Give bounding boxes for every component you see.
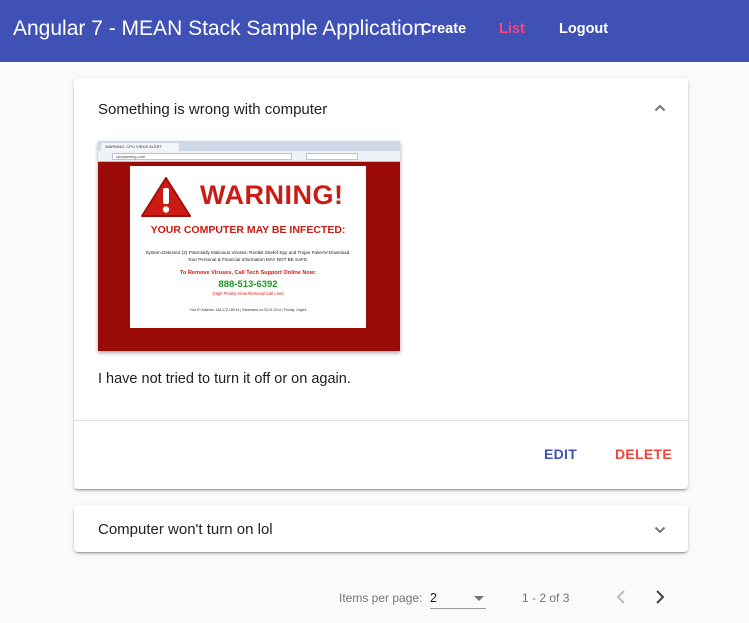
image-browser-url: cpuwarning.com xyxy=(112,153,292,160)
nav-create-link[interactable]: Create xyxy=(421,21,466,37)
edit-button[interactable]: EDIT xyxy=(544,446,577,462)
image-browser-tabbar: WARNING: CPU VIRUS ALERT xyxy=(98,141,400,151)
chevron-left-icon xyxy=(616,590,625,604)
issue-panel-header[interactable]: Computer won't turn on lol xyxy=(74,505,688,552)
paginator: Items per page: 2 1 - 2 of 3 xyxy=(0,570,749,623)
image-warning-subheading: YOUR COMPUTER MAY BE INFECTED: xyxy=(150,224,346,236)
nav-logout-link[interactable]: Logout xyxy=(559,21,608,37)
image-warning-remove-text: To Remove Viruses, Call Tech Support Onl… xyxy=(179,270,317,276)
chevron-right-icon xyxy=(656,590,665,604)
image-warning-hotline: (High Priority Virus Removal Call Line) xyxy=(212,291,284,296)
issue-panel-header[interactable]: Something is wrong with computer xyxy=(74,78,688,142)
dropdown-arrow-icon xyxy=(474,596,484,601)
image-warning-footer: Your IP Address: 184.172.189.44 | Genera… xyxy=(189,308,307,312)
image-warning-body: System Detected (2) Potentially Maliciou… xyxy=(145,250,351,262)
issue-panel-expanded: Something is wrong with computer WARNING… xyxy=(74,78,688,489)
image-browser-tab: WARNING: CPU VIRUS ALERT xyxy=(101,143,179,151)
next-page-button[interactable] xyxy=(650,586,670,608)
action-divider xyxy=(74,420,688,421)
image-warning-card: WARNING! YOUR COMPUTER MAY BE INFECTED: … xyxy=(130,166,366,328)
page-range-label: 1 - 2 of 3 xyxy=(522,591,570,605)
issue-description: I have not tried to turn it off or on ag… xyxy=(98,371,351,387)
nav-list-link[interactable]: List xyxy=(499,21,525,37)
image-browser-urlbar: cpuwarning.com xyxy=(98,151,400,162)
warning-triangle-icon xyxy=(141,177,191,217)
image-browser-searchbox xyxy=(306,153,358,160)
top-toolbar: Angular 7 - MEAN Stack Sample Applicatio… xyxy=(0,0,749,62)
delete-button[interactable]: DELETE xyxy=(615,446,672,462)
issue-title: Something is wrong with computer xyxy=(98,101,328,118)
app-title: Angular 7 - MEAN Stack Sample Applicatio… xyxy=(13,17,426,40)
chevron-down-icon xyxy=(654,526,666,534)
issue-panel-collapsed: Computer won't turn on lol xyxy=(74,505,688,552)
items-per-page-select[interactable]: 2 xyxy=(430,587,486,609)
chevron-up-icon xyxy=(654,104,666,112)
previous-page-button[interactable] xyxy=(611,586,631,608)
items-per-page-label: Items per page: xyxy=(339,591,423,605)
issue-screenshot-image: WARNING: CPU VIRUS ALERT cpuwarning.com … xyxy=(98,141,400,351)
image-warning-heading: WARNING! xyxy=(200,180,344,210)
items-per-page-value: 2 xyxy=(430,591,437,605)
image-warning-phone: 888-513-6392 xyxy=(218,279,278,290)
issue-title: Computer won't turn on lol xyxy=(98,521,273,538)
